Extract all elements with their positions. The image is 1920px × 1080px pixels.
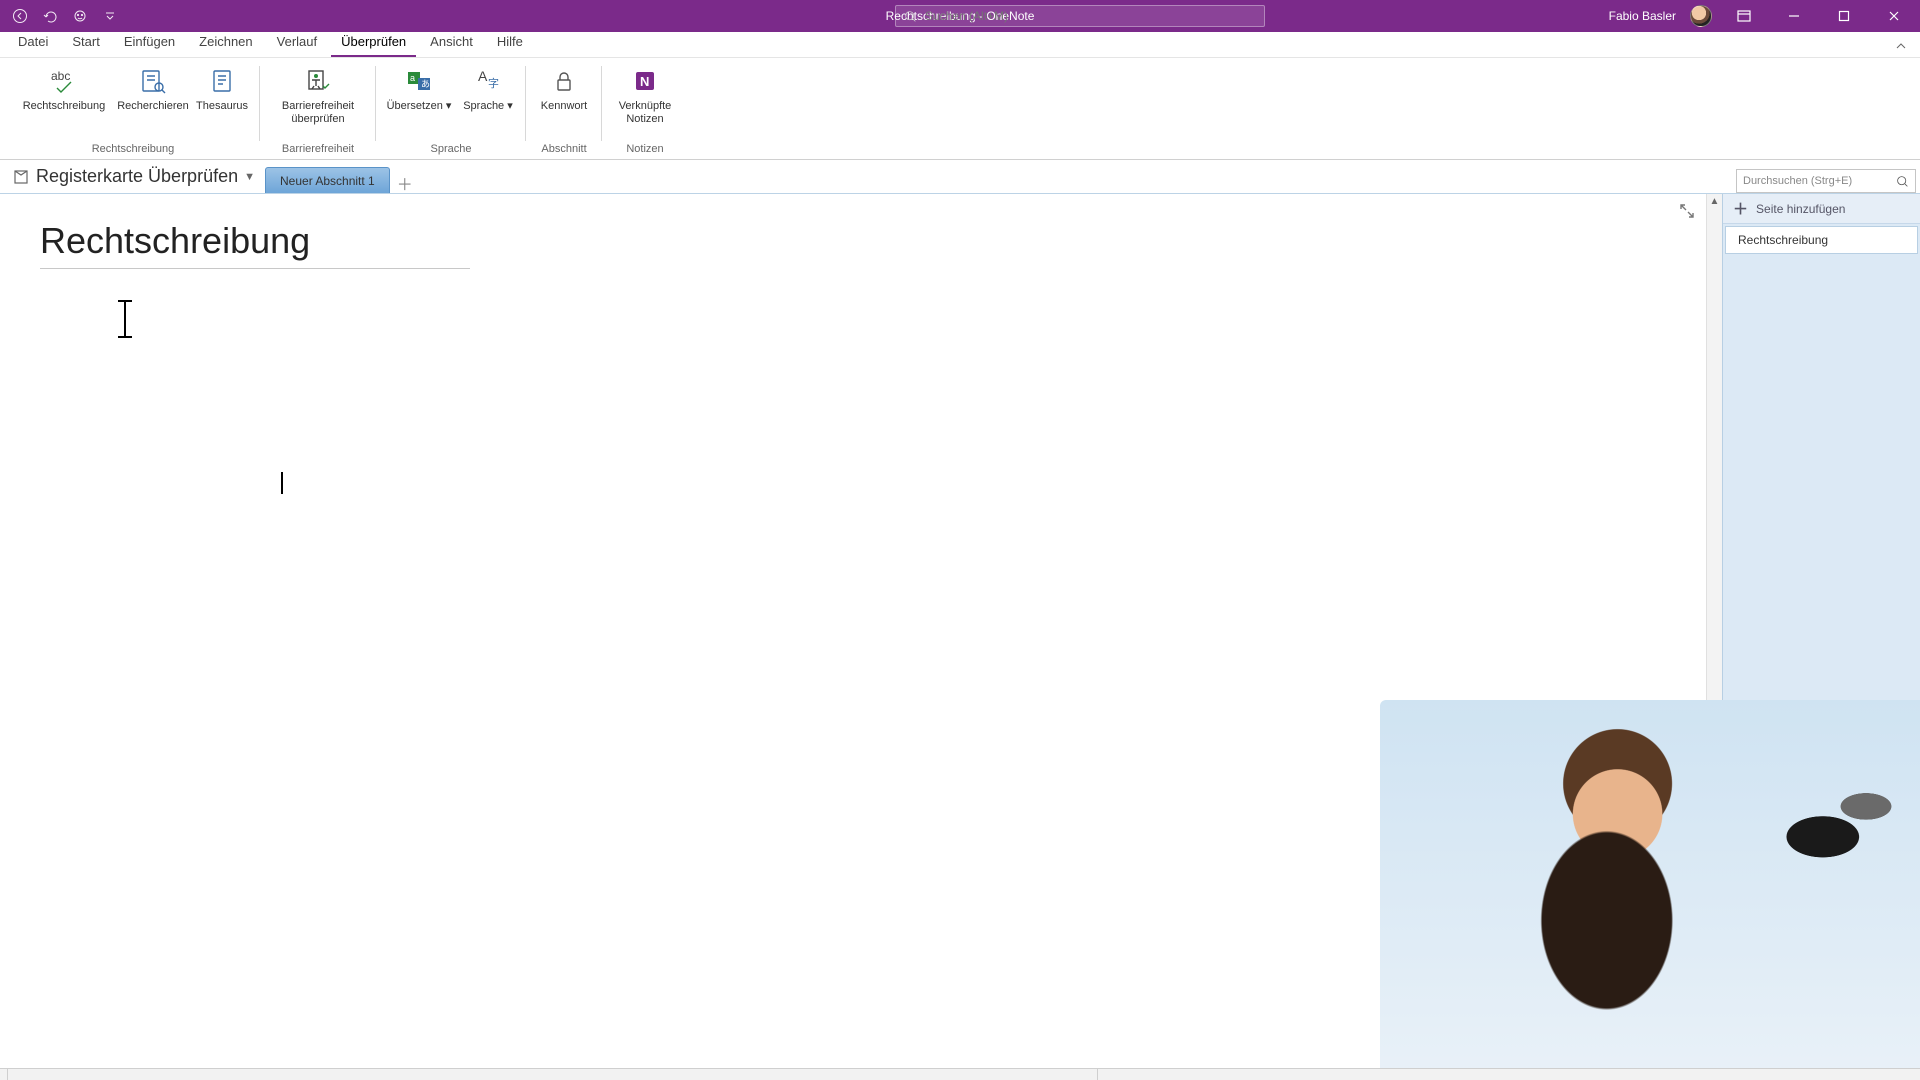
- add-section-button[interactable]: ＋: [394, 173, 416, 193]
- svg-text:字: 字: [488, 76, 499, 90]
- svg-text:a: a: [410, 73, 415, 83]
- btn-kennwort-label: Kennwort: [541, 100, 587, 128]
- menu-verlauf[interactable]: Verlauf: [267, 30, 327, 57]
- btn-thesaurus[interactable]: Thesaurus: [192, 62, 252, 128]
- btn-recherchieren-label: Recherchieren: [117, 100, 189, 128]
- user-name[interactable]: Fabio Basler: [1609, 9, 1676, 23]
- search-placeholder: Durchsuchen (Strg+E): [1743, 175, 1892, 187]
- btn-rechtschreibung[interactable]: abc Rechtschreibung: [14, 62, 114, 128]
- scroll-up-button[interactable]: ▲: [1708, 194, 1722, 208]
- menu-start[interactable]: Start: [62, 30, 109, 57]
- chevron-down-icon: ▾: [446, 100, 452, 113]
- menu-ueberpruefen[interactable]: Überprüfen: [331, 30, 416, 57]
- ribbon-group-rechtschreibung: abc Rechtschreibung Recherchieren: [6, 58, 260, 159]
- section-search[interactable]: Durchsuchen (Strg+E): [1736, 169, 1916, 193]
- tellme-input[interactable]: [925, 9, 1256, 23]
- text-caret-icon: [118, 300, 132, 338]
- btn-thesaurus-label: Thesaurus: [196, 100, 248, 128]
- taskbar-sliver: [0, 1068, 1920, 1080]
- menu-ansicht[interactable]: Ansicht: [420, 30, 483, 57]
- btn-barrierefreiheit[interactable]: Barrierefreiheit überprüfen: [268, 62, 368, 128]
- user-avatar[interactable]: [1690, 5, 1712, 27]
- ribbon-group-barrierefreiheit-label: Barrierefreiheit: [282, 143, 354, 157]
- add-page-button[interactable]: ＋ Seite hinzufügen: [1723, 194, 1920, 224]
- svg-text:N: N: [640, 74, 649, 89]
- ribbon-group-notizen: N Verknüpfte Notizen Notizen: [602, 58, 688, 159]
- window-minimize-button[interactable]: [1776, 0, 1812, 32]
- fullscreen-button[interactable]: [1678, 202, 1698, 222]
- ribbon-display-button[interactable]: [1726, 0, 1762, 32]
- chevron-down-icon: ▾: [507, 100, 513, 113]
- notebook-name: Registerkarte Überprüfen: [36, 166, 238, 187]
- language-icon: A 字: [471, 64, 505, 98]
- accessibility-icon: [301, 64, 335, 98]
- window-close-button[interactable]: [1876, 0, 1912, 32]
- book-search-icon: [136, 64, 170, 98]
- menu-zeichnen[interactable]: Zeichnen: [189, 30, 262, 57]
- ribbon-group-rechtschreibung-label: Rechtschreibung: [92, 143, 175, 157]
- collapse-ribbon-button[interactable]: [1888, 35, 1914, 57]
- menu-einfuegen[interactable]: Einfügen: [114, 30, 185, 57]
- undo-button[interactable]: [40, 6, 60, 26]
- window-maximize-button[interactable]: [1826, 0, 1862, 32]
- lock-icon: [547, 64, 581, 98]
- menu-hilfe[interactable]: Hilfe: [487, 30, 533, 57]
- search-icon: [1896, 175, 1909, 188]
- btn-verknuepfte-notizen-label: Verknüpfte Notizen: [610, 100, 680, 128]
- btn-uebersetzen-label: Übersetzen ▾: [387, 100, 452, 128]
- btn-rechtschreibung-label: Rechtschreibung: [23, 100, 106, 128]
- ribbon-group-abschnitt: Kennwort Abschnitt: [526, 58, 602, 159]
- btn-sprache-label: Sprache ▾: [463, 100, 513, 128]
- book-icon: [205, 64, 239, 98]
- svg-text:abc: abc: [51, 69, 70, 83]
- btn-recherchieren[interactable]: Recherchieren: [118, 62, 188, 128]
- page-list-item[interactable]: Rechtschreibung: [1725, 226, 1918, 254]
- btn-verknuepfte-notizen[interactable]: N Verknüpfte Notizen: [610, 62, 680, 128]
- btn-uebersetzen[interactable]: a あ Übersetzen ▾: [384, 62, 454, 128]
- section-tab-active[interactable]: Neuer Abschnitt 1: [265, 167, 390, 193]
- onenote-link-icon: N: [628, 64, 662, 98]
- tellme-search[interactable]: [895, 5, 1265, 27]
- notebook-picker[interactable]: Registerkarte Überprüfen ▼: [6, 164, 261, 193]
- text-caret: [281, 472, 283, 494]
- webcam-overlay: [1380, 700, 1920, 1080]
- add-page-label: Seite hinzufügen: [1756, 202, 1845, 216]
- translate-icon: a あ: [402, 64, 436, 98]
- page-title-input[interactable]: Rechtschreibung: [40, 220, 470, 269]
- btn-kennwort[interactable]: Kennwort: [534, 62, 594, 128]
- section-tab-row: Registerkarte Überprüfen ▼ Neuer Abschni…: [0, 160, 1920, 194]
- ribbon-group-sprache-label: Sprache: [431, 143, 472, 157]
- ribbon-group-abschnitt-label: Abschnitt: [541, 143, 586, 157]
- ribbon-group-barrierefreiheit: Barrierefreiheit überprüfen Barrierefrei…: [260, 58, 376, 159]
- ribbon-group-sprache: a あ Übersetzen ▾ A 字 Sprache ▾: [376, 58, 526, 159]
- nav-back-button[interactable]: [10, 6, 30, 26]
- ribbon-group-notizen-label: Notizen: [626, 143, 663, 157]
- ribbon: abc Rechtschreibung Recherchieren: [0, 58, 1920, 160]
- svg-text:A: A: [478, 68, 488, 84]
- menu-tabs: Datei Start Einfügen Zeichnen Verlauf Üb…: [0, 32, 1920, 58]
- touch-mode-button[interactable]: [70, 6, 90, 26]
- chevron-down-icon: ▼: [244, 171, 255, 183]
- menu-datei[interactable]: Datei: [8, 30, 58, 57]
- titlebar: Rechtschreibung - OneNote Fabio Basler: [0, 0, 1920, 32]
- svg-text:あ: あ: [421, 79, 430, 89]
- qat-customize-button[interactable]: [100, 6, 120, 26]
- btn-barrierefreiheit-label: Barrierefreiheit überprüfen: [268, 100, 368, 128]
- plus-icon: ＋: [1733, 198, 1748, 219]
- btn-sprache[interactable]: A 字 Sprache ▾: [458, 62, 518, 128]
- abc-check-icon: abc: [47, 64, 81, 98]
